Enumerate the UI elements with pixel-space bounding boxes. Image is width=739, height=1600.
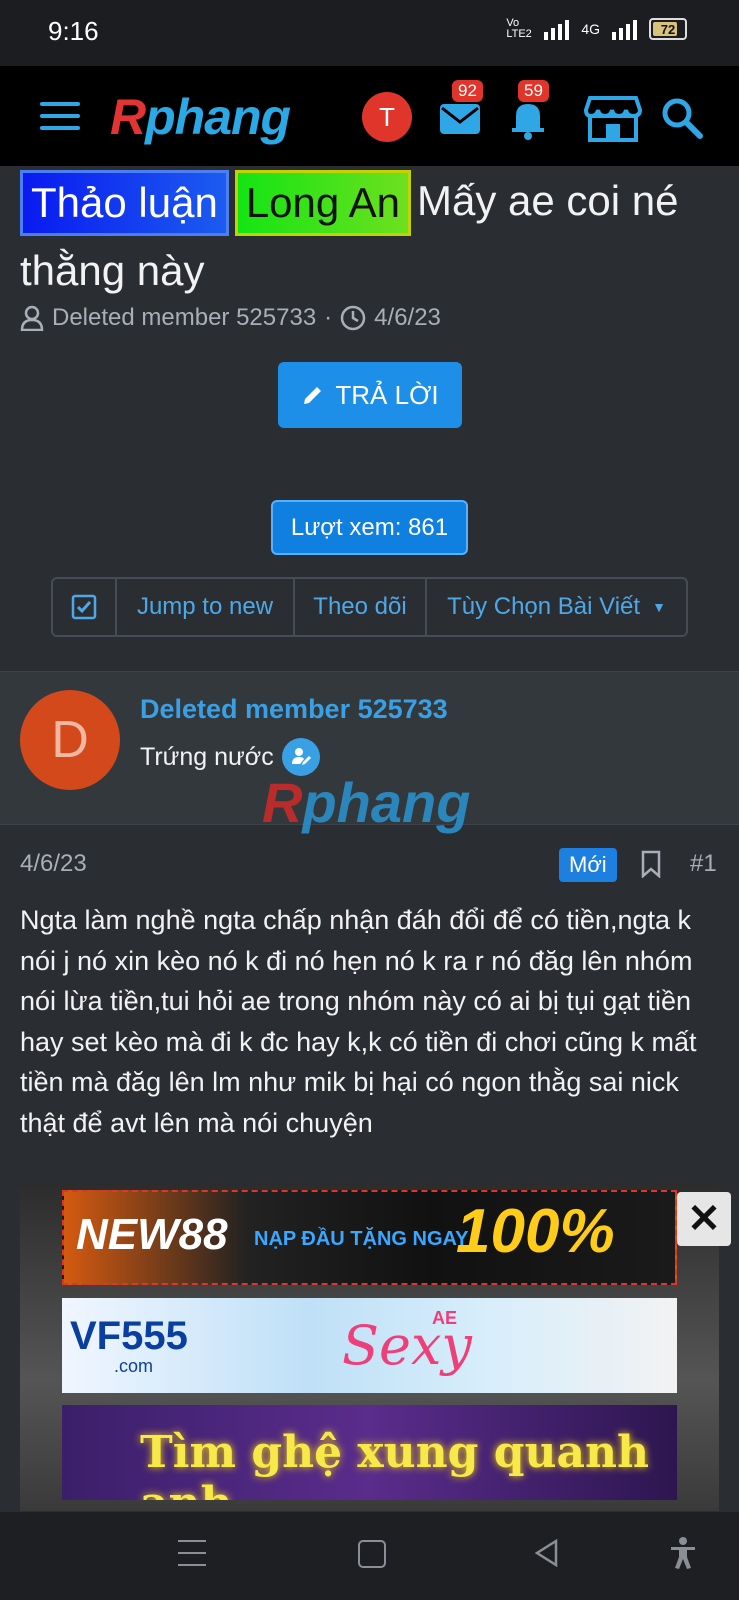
alerts-badge: 59 <box>518 80 549 102</box>
thread-author[interactable]: Deleted member 525733 <box>52 304 316 332</box>
messages-badge: 92 <box>452 80 483 102</box>
battery-level: 72 <box>660 21 676 37</box>
views-counter[interactable]: Lượt xem: 861 <box>271 500 468 555</box>
alerts-button[interactable]: 59 <box>506 80 558 142</box>
thread-toolbar: Jump to new Theo dõi Tùy Chọn Bài Viết ▼ <box>51 577 688 637</box>
user-rank: Trứng nước <box>140 742 274 771</box>
new-badge: Mới <box>559 848 617 882</box>
ad1-big: 100% <box>456 1197 615 1266</box>
watermark-logo: Rphang <box>262 771 471 834</box>
search-icon[interactable] <box>660 96 704 140</box>
follow-button[interactable]: Theo dõi <box>295 579 427 635</box>
status-icons: Vo LTE2 4G 72 <box>506 18 687 40</box>
ad1-text: NẠP ĐẦU TẶNG NGAY <box>254 1228 469 1250</box>
reply-label: TRẢ LỜI <box>335 379 439 410</box>
jump-to-new-button[interactable]: Jump to new <box>117 579 295 635</box>
ad-banner-new88[interactable]: NEW88 NẠP ĐẦU TẶNG NGAY 100% <box>62 1190 677 1285</box>
status-time: 9:16 <box>48 16 99 46</box>
thread-meta: Deleted member 525733 · 4/6/23 <box>20 304 441 332</box>
thread-date[interactable]: 4/6/23 <box>374 304 441 332</box>
ad2-partner-tag: AE <box>432 1308 458 1328</box>
prefix-thao-luan[interactable]: Thảo luận <box>20 170 229 236</box>
post-username[interactable]: Deleted member 525733 <box>140 694 448 725</box>
prefix-long-an[interactable]: Long An <box>234 170 411 236</box>
ad1-brand: NEW88 <box>76 1210 228 1259</box>
reply-button[interactable]: TRẢ LỜI <box>278 362 462 428</box>
store-icon <box>583 96 643 142</box>
meta-separator: · <box>324 304 333 331</box>
post-number[interactable]: #1 <box>690 850 717 878</box>
recent-apps-icon[interactable] <box>178 1540 206 1566</box>
clock-icon <box>340 305 366 331</box>
post-body: Ngta làm nghề ngta chấp nhận đáh đổi để … <box>20 905 697 1138</box>
ad-banner-vf555[interactable]: VF555 .com Sexy AE <box>62 1298 677 1393</box>
thread-title: Thảo luận Long An Mấy ae coi né thằng này <box>20 166 720 306</box>
signal-icon-2 <box>612 18 637 40</box>
home-icon[interactable] <box>358 1540 386 1568</box>
menu-icon[interactable] <box>40 102 80 130</box>
post-date[interactable]: 4/6/23 <box>20 850 87 878</box>
ad2-sub: .com <box>114 1356 154 1376</box>
close-ad-button[interactable]: ✕ <box>677 1192 731 1246</box>
select-checkbox[interactable] <box>53 579 117 635</box>
site-logo[interactable]: Rphang <box>110 88 291 146</box>
messages-button[interactable]: 92 <box>436 80 488 142</box>
checkbox-icon <box>71 594 97 620</box>
ad3-text: Tìm ghệ xung quanh anh <box>140 1427 649 1500</box>
user-icon <box>20 305 44 331</box>
caret-down-icon: ▼ <box>652 599 666 615</box>
post-options-dropdown[interactable]: Tùy Chọn Bài Viết ▼ <box>427 579 686 635</box>
signal-icon <box>544 18 570 40</box>
pencil-icon <box>304 387 322 404</box>
ad2-brand: VF555 <box>70 1314 188 1358</box>
store-button[interactable] <box>582 92 644 142</box>
user-avatar[interactable]: T <box>362 92 412 142</box>
volte-label: Vo LTE2 <box>506 17 532 40</box>
back-icon[interactable] <box>532 1538 560 1573</box>
network-label: 4G <box>581 21 600 37</box>
battery-icon: 72 <box>649 18 687 40</box>
ad-banner-dating[interactable]: Tìm ghệ xung quanh anh <box>62 1405 677 1500</box>
bookmark-icon[interactable] <box>640 850 662 879</box>
post-avatar[interactable]: D <box>20 690 120 790</box>
accessibility-icon[interactable] <box>668 1536 698 1575</box>
